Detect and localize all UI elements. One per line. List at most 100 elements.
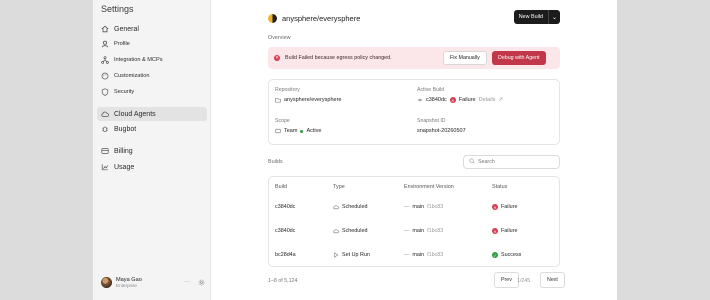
user-icon <box>101 40 109 48</box>
sidebar-item-usage[interactable]: Usage <box>97 160 207 174</box>
column-header-status: Status <box>492 184 508 190</box>
folder-icon <box>275 97 281 103</box>
pagination-range: 1–8 of 5,124 <box>268 278 298 284</box>
cloud-icon <box>101 110 109 118</box>
active-build-field: Active Build c3840dc ✕ Failure Details ↗ <box>417 87 503 103</box>
shield-icon <box>101 88 109 96</box>
search-icon <box>469 158 475 166</box>
build-id[interactable]: bc28d4a <box>275 252 296 258</box>
main-content: anysphere/everysphere New Build ⌄ Overvi… <box>211 0 617 300</box>
alert-message: Build Failed because egress policy chang… <box>285 55 392 61</box>
page-indicator: 1/245 <box>517 278 531 284</box>
sidebar-item-label: Integration & MCPs <box>114 57 163 63</box>
column-header-build: Build <box>275 184 287 190</box>
error-alert: ✕ Build Failed because egress policy cha… <box>268 47 560 69</box>
debug-with-agent-button[interactable]: Debug with Agent <box>492 51 546 65</box>
user-role: Enterprise <box>116 283 137 289</box>
builds-table: Build Type Environment Version Status c3… <box>268 176 560 267</box>
home-icon <box>101 25 109 33</box>
play-icon <box>333 252 339 258</box>
fix-manually-button[interactable]: Fix Manually <box>443 51 487 65</box>
user-profile[interactable]: Maya Gao Enterprise ··· <box>101 277 205 289</box>
branch-line-icon: — <box>404 228 410 234</box>
column-header-type: Type <box>333 184 345 190</box>
column-header-environment: Environment Version <box>404 184 454 190</box>
sidebar: Settings General Profile Integration & M… <box>93 0 211 300</box>
scope-status: Active <box>306 128 322 134</box>
sidebar-item-label: Cloud Agents <box>114 110 156 118</box>
branch-line-icon: — <box>404 204 410 210</box>
scope-value: Team <box>284 128 298 134</box>
build-status: ✕ Failure <box>492 228 518 234</box>
sidebar-item-label: Billing <box>114 147 133 155</box>
chart-icon <box>101 163 109 171</box>
error-icon: ✕ <box>274 55 280 61</box>
scope-label: Scope <box>275 118 290 124</box>
more-icon[interactable]: ··· <box>184 279 190 288</box>
sidebar-item-cloud-agents[interactable]: Cloud Agents <box>97 107 207 121</box>
build-type: Scheduled <box>333 228 367 234</box>
new-build-button[interactable]: New Build ⌄ <box>513 10 560 24</box>
page-title: anysphere/everysphere <box>282 13 361 23</box>
sidebar-item-integrations[interactable]: Integration & MCPs <box>97 53 207 67</box>
snapshot-field: Snapshot ID snapshot-20260507 <box>417 118 466 134</box>
billing-icon <box>101 147 109 155</box>
sidebar-item-profile[interactable]: Profile <box>97 37 207 51</box>
sidebar-item-label: Customization <box>114 73 150 79</box>
settings-window: Settings General Profile Integration & M… <box>93 0 617 300</box>
build-id[interactable]: c3840dc <box>275 204 295 210</box>
environment-version: — main f1bc83 <box>404 204 444 210</box>
builds-label: Builds <box>268 159 283 165</box>
repository-value: anysphere/everysphere <box>284 97 342 103</box>
new-build-label[interactable]: New Build <box>514 10 549 24</box>
next-button[interactable]: Next <box>540 272 565 288</box>
bug-icon <box>101 125 109 133</box>
external-link-icon[interactable]: ↗ <box>498 97 503 103</box>
integration-icon <box>101 56 109 64</box>
environment-version: — main f1bc83 <box>404 252 444 258</box>
repo-logo-icon <box>268 13 277 23</box>
search-input[interactable] <box>478 159 556 165</box>
build-type: Set Up Run <box>333 252 370 258</box>
palette-icon <box>101 72 109 80</box>
branch-line-icon: — <box>404 252 410 258</box>
cloud-icon <box>333 204 339 210</box>
success-icon: ✓ <box>492 252 498 258</box>
build-type: Scheduled <box>333 204 367 210</box>
sidebar-item-bugbot[interactable]: Bugbot <box>97 122 207 136</box>
sidebar-item-security[interactable]: Security <box>97 85 207 99</box>
failure-icon: ✕ <box>492 228 498 234</box>
overview-label: Overview <box>268 35 291 41</box>
build-id[interactable]: c3840dc <box>275 228 295 234</box>
sidebar-item-customization[interactable]: Customization <box>97 69 207 83</box>
scope-field: Scope Team Active <box>275 118 321 134</box>
team-icon <box>275 128 281 134</box>
environment-version: — main f1bc83 <box>404 228 444 234</box>
details-link[interactable]: Details <box>479 97 496 103</box>
overview-card: Repository anysphere/everysphere Active … <box>268 79 560 145</box>
sidebar-item-label: General <box>114 25 139 33</box>
sidebar-item-billing[interactable]: Billing <box>97 144 207 158</box>
active-build-status: Failure <box>458 97 476 103</box>
sidebar-title: Settings <box>101 4 134 14</box>
active-build-label: Active Build <box>417 87 445 93</box>
snapshot-label: Snapshot ID <box>417 118 446 124</box>
cloud-icon <box>333 228 339 234</box>
prev-button[interactable]: Prev <box>494 272 519 288</box>
chevron-down-icon[interactable]: ⌄ <box>549 10 560 24</box>
sidebar-item-general[interactable]: General <box>97 22 207 36</box>
snapshot-value: snapshot-20260507 <box>417 128 466 134</box>
search-box[interactable] <box>463 155 560 169</box>
failure-icon: ✕ <box>449 97 456 103</box>
active-build-hash: c3840dc <box>426 97 447 103</box>
gear-icon[interactable] <box>198 279 205 288</box>
repository-label: Repository <box>275 87 300 93</box>
build-status: ✓ Success <box>492 252 522 258</box>
avatar <box>101 277 112 289</box>
sidebar-item-label: Usage <box>114 163 135 171</box>
page-header: anysphere/everysphere New Build ⌄ <box>268 10 560 26</box>
repository-field: Repository anysphere/everysphere <box>275 87 341 103</box>
sidebar-item-label: Bugbot <box>114 125 137 133</box>
failure-icon: ✕ <box>492 204 498 210</box>
build-status: ✕ Failure <box>492 204 518 210</box>
